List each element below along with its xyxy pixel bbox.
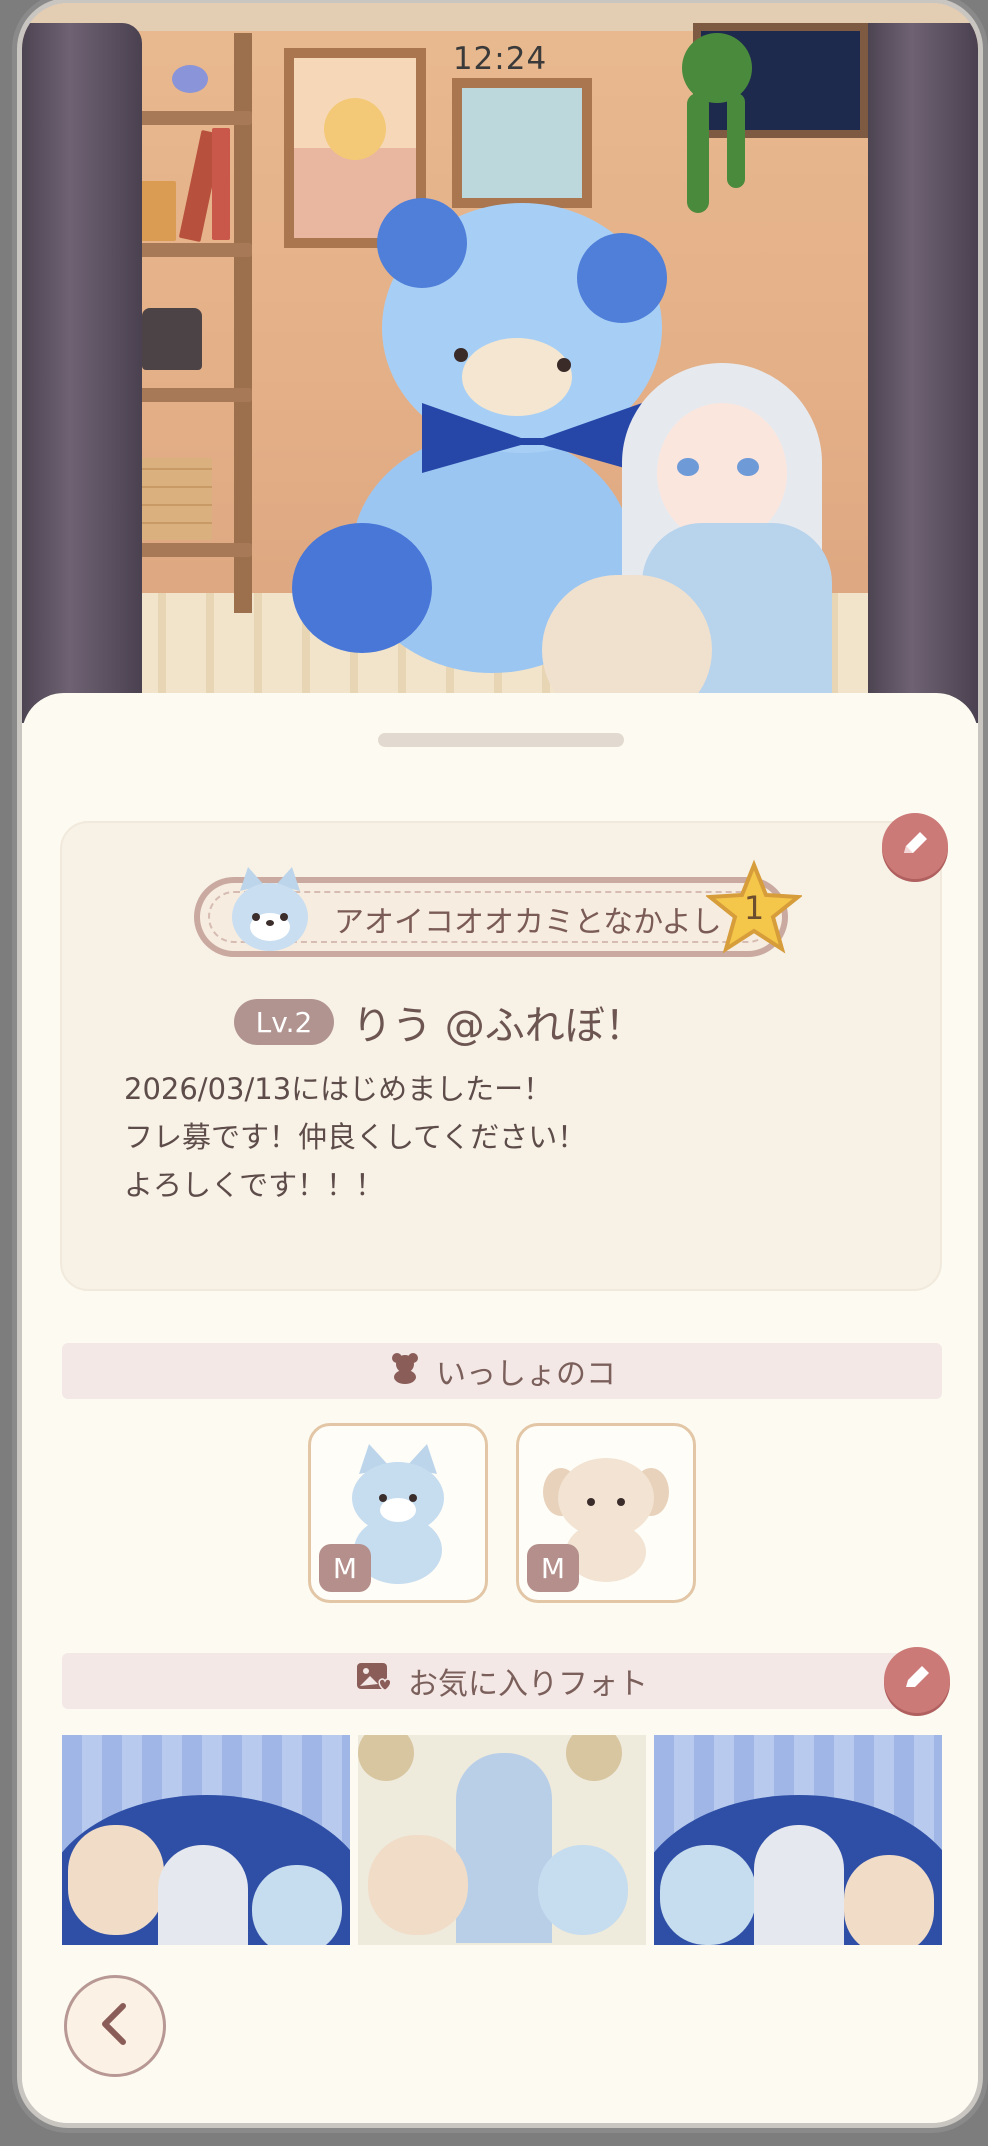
wolf-face-icon xyxy=(222,861,318,957)
photo-wolf xyxy=(538,1845,628,1935)
star-rank-number: 1 xyxy=(743,889,765,927)
photo-girl xyxy=(456,1753,552,1943)
teddy-bear-foot xyxy=(292,523,432,653)
friendship-title-text: アオイコオオカミとなかよし xyxy=(334,905,722,940)
companions-heading: いっしょのコ xyxy=(436,1357,616,1392)
photo-girl xyxy=(754,1825,844,1945)
companions-header: いっしょのコ xyxy=(62,1343,942,1399)
chevron-left-icon xyxy=(95,2000,135,2052)
teddy-bear-ear xyxy=(377,198,467,288)
photo-wolf xyxy=(660,1845,756,1945)
avatar-eye xyxy=(677,458,699,476)
teddy-bear-eye xyxy=(454,348,468,362)
bio-line: 2026/03/13にはじめましたー！ xyxy=(124,1072,553,1106)
photo-balloon xyxy=(358,1735,414,1781)
star-rank-icon: 1 xyxy=(706,859,802,955)
companion-card-wolf[interactable]: M xyxy=(308,1423,488,1603)
edit-profile-button[interactable] xyxy=(882,813,948,879)
bio-line: フレ募です！仲良くしてください！ xyxy=(124,1120,587,1154)
sheet-drag-handle[interactable] xyxy=(378,733,624,747)
back-button[interactable] xyxy=(64,1975,166,2077)
pencil-icon xyxy=(900,1661,934,1699)
favorite-photo-2[interactable] xyxy=(358,1735,646,1945)
photo-wolf xyxy=(252,1865,342,1945)
photo-heart-icon xyxy=(356,1660,394,1702)
curtain-right xyxy=(868,23,978,723)
photo-puppy xyxy=(368,1835,468,1935)
username: りう @ふれぼ！ xyxy=(352,1003,645,1049)
avatar-face xyxy=(657,403,787,543)
teddy-bear-icon xyxy=(388,1350,422,1392)
profile-card: アオイコオオカミとなかよし 1 Lv.2 りう @ふれぼ！ 2026/03/13… xyxy=(60,813,948,1291)
wall-picture-leaf xyxy=(452,78,592,208)
teddy-bear-muzzle xyxy=(462,338,572,416)
edit-photos-button[interactable] xyxy=(884,1647,950,1713)
friendship-title-badge: アオイコオオカミとなかよし 1 xyxy=(194,859,802,957)
book xyxy=(212,128,230,240)
photos-header: お気に入りフォト xyxy=(62,1653,942,1709)
photos-heading: お気に入りフォト xyxy=(408,1667,648,1702)
pencil-icon xyxy=(898,827,932,865)
size-badge: M xyxy=(527,1544,579,1592)
companion-card-puppy[interactable]: M xyxy=(516,1423,696,1603)
watering-can xyxy=(142,308,202,370)
profile-sheet: アオイコオオカミとなかよし 1 Lv.2 りう @ふれぼ！ 2026/03/13… xyxy=(22,693,978,2123)
favorite-photo-3[interactable] xyxy=(654,1735,942,1945)
status-time: 12:24 xyxy=(452,41,548,77)
phone-screen: 12:24 アオイコオオカミとなかよし 1 Lv.2 りう @ふれぼ！ 2026… xyxy=(22,3,978,2123)
plant-vine xyxy=(687,93,709,213)
profile-bio: 2026/03/13にはじめましたー！ フレ募です！仲良くしてください！ よろし… xyxy=(124,1065,586,1209)
curtain-left xyxy=(22,23,142,723)
teddy-bear-ear xyxy=(577,233,667,323)
bio-line: よろしくです！！！ xyxy=(124,1168,385,1202)
room-scene: 12:24 xyxy=(22,3,978,723)
favorite-photo-1[interactable] xyxy=(62,1735,350,1945)
photo-puppy xyxy=(68,1825,164,1935)
avatar-eye xyxy=(737,458,759,476)
level-badge: Lv.2 xyxy=(234,999,334,1045)
plant-vine xyxy=(727,93,745,188)
photo-balloon xyxy=(566,1735,622,1781)
photo-puppy xyxy=(844,1855,934,1945)
teddy-bear-eye xyxy=(557,358,571,372)
photo-girl xyxy=(158,1845,248,1945)
size-badge: M xyxy=(319,1544,371,1592)
